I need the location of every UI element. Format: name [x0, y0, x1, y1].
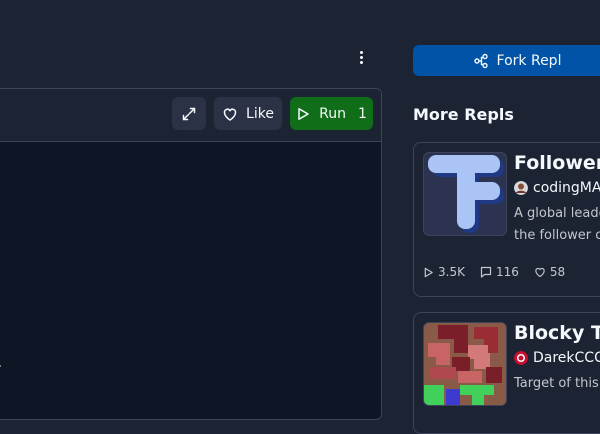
repl-card[interactable]: Follower T codingMAS A global leade the … [413, 142, 600, 297]
description-line: the follower c [514, 228, 600, 243]
play-overlay-icon[interactable] [0, 357, 1, 375]
run-button[interactable]: Run 1 [290, 97, 373, 130]
likes-count: 58 [549, 265, 566, 279]
comments-stat: 116 [480, 265, 519, 279]
avatar [514, 351, 528, 365]
repl-player[interactable]: Like Run 1 [0, 88, 382, 420]
repl-thumbnail [423, 322, 507, 406]
comment-icon [480, 266, 492, 278]
repl-author[interactable]: DarekCCC [514, 350, 600, 366]
repl-title[interactable]: Follower T [514, 152, 600, 174]
comments-count: 116 [495, 265, 519, 279]
run-label: Run [319, 105, 346, 122]
play-icon [424, 267, 433, 277]
run-count: 1 [357, 105, 367, 122]
repl-description: A global leade the follower c [514, 203, 600, 247]
fork-repl-button[interactable]: Fork Repl [413, 45, 600, 76]
repl-thumbnail [423, 152, 507, 236]
avatar [514, 181, 528, 195]
expand-button[interactable] [172, 97, 206, 130]
repl-description: Target of this g [514, 373, 600, 395]
likes-stat: 58 [534, 265, 565, 279]
more-options-icon[interactable] [352, 46, 370, 68]
repl-title[interactable]: Blocky To [514, 322, 600, 344]
like-button[interactable]: Like [214, 97, 282, 130]
repl-stats: 3.5K 116 58 [423, 265, 565, 279]
runs-stat: 3.5K [423, 265, 465, 279]
play-icon [298, 107, 309, 120]
expand-icon [182, 107, 196, 120]
heart-icon [223, 108, 237, 121]
like-label: Like [246, 105, 274, 122]
heart-icon [535, 267, 545, 278]
description-line: A global leade [514, 206, 600, 221]
repl-card[interactable]: Blocky To DarekCCC Target of this g [413, 312, 600, 434]
fork-icon [473, 53, 488, 68]
description-line: Target of this g [514, 376, 600, 391]
player-toolbar: Like Run 1 [0, 89, 381, 142]
author-name: codingMAS [533, 180, 600, 196]
author-name: DarekCCC [533, 350, 600, 366]
more-repls-heading: More Repls [413, 105, 514, 124]
fork-label: Fork Repl [496, 52, 562, 69]
repl-author[interactable]: codingMAS [514, 180, 600, 196]
runs-count: 3.5K [438, 265, 465, 279]
